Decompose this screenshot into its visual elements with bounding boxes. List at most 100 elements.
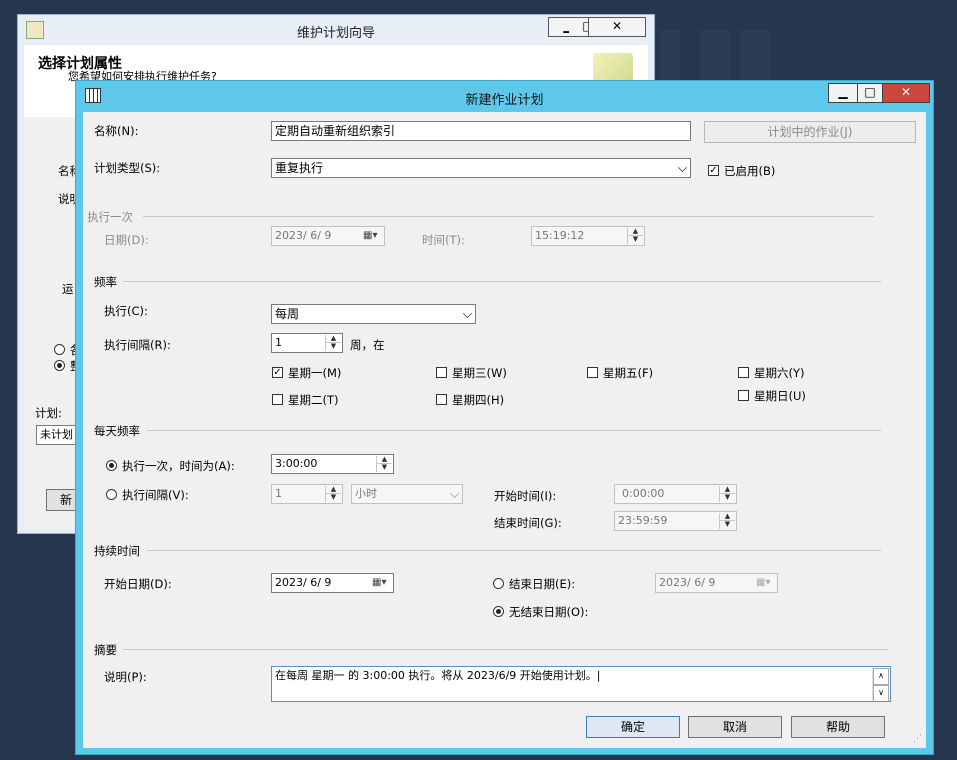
recur-interval-value: 1: [275, 336, 282, 349]
daily-once-time-value: 3:00:00: [275, 457, 318, 470]
daily-end-field[interactable]: 23:59:59 ▲ ▼: [614, 511, 737, 531]
chevron-down-icon: [678, 163, 687, 172]
wednesday-checkbox[interactable]: [436, 367, 447, 378]
daily-group-title: 每天频率: [94, 423, 146, 439]
daily-every-spinner-icon[interactable]: ▲ ▼: [325, 486, 341, 502]
once-group-title: 执行一次: [87, 209, 139, 225]
help-button[interactable]: 帮助: [791, 716, 885, 738]
no-end-date-label: 无结束日期(O):: [509, 605, 589, 619]
daily-every-unit-value: 小时: [355, 487, 377, 500]
once-date-field[interactable]: 2023/ 6/ 9 ▦▾: [271, 226, 385, 246]
end-date-radio[interactable]: [493, 578, 504, 589]
schedule-type-value: 重复执行: [275, 161, 324, 175]
summary-scrollbar[interactable]: ∧ ∨: [872, 668, 889, 701]
daily-every-unit-select[interactable]: 小时: [351, 484, 463, 504]
monday-checkbox[interactable]: ✓: [272, 367, 283, 378]
dialog-minimize-button[interactable]: ▁: [828, 83, 858, 103]
end-date-field[interactable]: 2023/ 6/ 9 ▦▾: [655, 573, 778, 593]
daily-every-radio[interactable]: [106, 489, 117, 500]
enabled-label: 已启用(B): [724, 164, 776, 178]
wizard-run-label: 运: [62, 282, 74, 296]
tuesday-label: 星期二(T): [288, 393, 339, 407]
daily-once-radio[interactable]: [106, 460, 117, 471]
sunday-checkbox[interactable]: [738, 390, 749, 401]
end-date-label: 结束日期(E):: [509, 577, 576, 591]
no-end-date-radio[interactable]: [493, 606, 504, 617]
dialog-maximize-button[interactable]: □: [857, 83, 883, 103]
enabled-checkbox[interactable]: ✓: [708, 165, 719, 176]
dialog-client-area: 名称(N): 定期自动重新组织索引 计划中的作业(J) 计划类型(S): 重复执…: [83, 112, 926, 748]
name-label: 名称(N):: [94, 124, 139, 138]
daily-start-value: 0:00:00: [622, 487, 665, 500]
recur-interval-label: 执行间隔(R):: [104, 338, 171, 352]
daily-start-spinner-icon[interactable]: ▲ ▼: [719, 486, 735, 502]
resize-grip-icon[interactable]: ⋰: [913, 734, 923, 744]
end-date-value: 2023/ 6/ 9: [659, 576, 716, 589]
daily-end-value: 23:59:59: [618, 514, 668, 527]
once-time-field[interactable]: 15:19:12 ▲ ▼: [531, 226, 645, 246]
once-group-separator: [143, 216, 874, 217]
duration-start-field[interactable]: 2023/ 6/ 9 ▦▾: [271, 573, 394, 593]
ok-button[interactable]: 确定: [586, 716, 680, 738]
duration-group-separator: [147, 550, 881, 551]
calendar-dropdown-icon: ▦▾: [756, 577, 771, 588]
occurs-select[interactable]: 每周: [271, 304, 476, 324]
dialog-close-button[interactable]: ✕: [882, 83, 930, 103]
scroll-down-icon[interactable]: ∨: [873, 685, 889, 701]
summary-desc-textarea[interactable]: 在每周 星期一 的 3:00:00 执行。将从 2023/6/9 开始使用计划。…: [271, 666, 891, 702]
thursday-checkbox[interactable]: [436, 394, 447, 405]
duration-group-title: 持续时间: [94, 543, 146, 559]
new-job-schedule-dialog: 新建作业计划 ▁ □ ✕ 名称(N): 定期自动重新组织索引 计划中的作业(J)…: [75, 80, 934, 755]
recur-interval-unit: 周，在: [350, 338, 385, 352]
wizard-option1-radio[interactable]: [54, 344, 65, 355]
occurs-label: 执行(C):: [104, 304, 148, 318]
once-time-value: 15:19:12: [535, 229, 585, 242]
daily-every-value: 1: [275, 487, 282, 500]
cancel-button[interactable]: 取消: [688, 716, 782, 738]
calendar-dropdown-icon: ▦▾: [363, 230, 378, 241]
occurs-value: 每周: [275, 307, 300, 321]
sunday-label: 星期日(U): [754, 389, 806, 403]
wednesday-label: 星期三(W): [452, 366, 507, 380]
frequency-group-separator: [123, 281, 881, 282]
wizard-schedule-label: 计划:: [35, 406, 62, 420]
once-date-label: 日期(D):: [104, 233, 149, 247]
summary-group-separator: [123, 649, 888, 650]
frequency-group-title: 频率: [94, 274, 123, 290]
daily-group-separator: [147, 430, 881, 431]
summary-group-title: 摘要: [94, 642, 123, 658]
jobs-in-schedule-button[interactable]: 计划中的作业(J): [704, 121, 916, 143]
wizard-close-button[interactable]: ✕: [588, 17, 646, 37]
calendar-dropdown-icon: ▦▾: [372, 577, 387, 588]
daily-once-time-field[interactable]: 3:00:00 ▲ ▼: [271, 454, 394, 474]
friday-label: 星期五(F): [603, 366, 654, 380]
thursday-label: 星期四(H): [452, 393, 505, 407]
scroll-up-icon[interactable]: ∧: [873, 668, 889, 685]
recur-interval-field[interactable]: 1 ▲ ▼: [271, 333, 343, 353]
name-field[interactable]: 定期自动重新组织索引: [271, 121, 691, 141]
tuesday-checkbox[interactable]: [272, 394, 283, 405]
daily-end-label: 结束时间(G):: [494, 516, 562, 530]
duration-start-label: 开始日期(D):: [104, 577, 172, 591]
summary-desc-label: 说明(P):: [104, 670, 147, 684]
daily-every-label: 执行间隔(V):: [122, 488, 189, 502]
daily-once-spinner-icon[interactable]: ▲ ▼: [376, 456, 392, 472]
dialog-title: 新建作业计划: [465, 93, 544, 108]
chevron-down-icon: [463, 309, 472, 318]
daily-once-label: 执行一次，时间为(A):: [122, 459, 235, 473]
duration-start-value: 2023/ 6/ 9: [275, 576, 332, 589]
daily-every-field[interactable]: 1 ▲ ▼: [271, 484, 343, 504]
recur-interval-spinner-icon[interactable]: ▲ ▼: [325, 335, 341, 351]
daily-start-field[interactable]: 0:00:00 ▲ ▼: [614, 484, 737, 504]
wizard-option2-radio[interactable]: [54, 360, 65, 371]
once-time-spinner-icon[interactable]: ▲ ▼: [627, 228, 643, 244]
saturday-checkbox[interactable]: [738, 367, 749, 378]
summary-desc-value: 在每周 星期一 的 3:00:00 执行。将从 2023/6/9 开始使用计划。…: [275, 669, 601, 682]
once-time-label: 时间(T):: [422, 233, 465, 247]
friday-checkbox[interactable]: [587, 367, 598, 378]
schedule-type-select[interactable]: 重复执行: [271, 158, 691, 178]
daily-start-label: 开始时间(I):: [494, 489, 557, 503]
chevron-down-icon: [450, 489, 459, 498]
daily-end-spinner-icon[interactable]: ▲ ▼: [719, 513, 735, 529]
schedule-type-label: 计划类型(S):: [94, 161, 161, 175]
